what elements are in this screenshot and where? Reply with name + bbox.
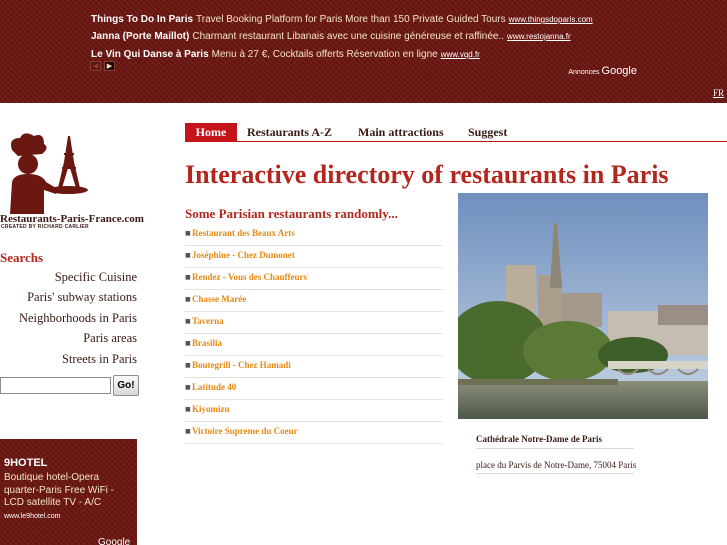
google-logo: Google	[98, 537, 131, 545]
ad-url[interactable]: www.restojanna.fr	[507, 32, 571, 41]
bullet-icon: ■	[185, 318, 191, 325]
tab-suggest[interactable]: Suggest	[468, 123, 507, 141]
bullet-icon: ■	[185, 296, 191, 303]
bullet-icon: ■	[185, 274, 191, 281]
ad-prev-arrow-icon[interactable]: ◀	[90, 61, 101, 71]
list-item[interactable]: ■ Victoire Supreme du Coeur	[185, 422, 443, 444]
bullet-icon: ■	[185, 406, 191, 413]
notre-dame-photo[interactable]	[458, 193, 708, 419]
restaurant-link[interactable]: Restaurant des Beaux Arts	[192, 228, 295, 238]
restaurant-link[interactable]: Taverna	[192, 316, 224, 326]
restaurant-link[interactable]: Joséphine - Chez Dumonet	[192, 250, 295, 260]
ad-text: Travel Booking Platform for Paris More t…	[196, 14, 506, 25]
list-item[interactable]: ■ Chasse Marée	[185, 290, 443, 312]
restaurant-link[interactable]: Brasilia	[192, 338, 222, 348]
sidebar-title: Searchs	[0, 250, 44, 265]
restaurant-link[interactable]: Chasse Marée	[192, 294, 246, 304]
restaurant-link[interactable]: Rendez - Vous des Chauffeurs	[192, 272, 307, 282]
search-input[interactable]	[0, 377, 111, 394]
list-item[interactable]: ■ Brasilia	[185, 334, 443, 356]
sidebar-item-cuisine[interactable]: Specific Cuisine	[55, 270, 137, 285]
ad-item[interactable]: Le Vin Qui Danse à Paris Menu à 27 €, Coc…	[91, 44, 480, 62]
ad-url[interactable]: www.thingsdoparis.com	[509, 15, 593, 24]
list-item[interactable]: ■ Rendez - Vous des Chauffeurs	[185, 268, 443, 290]
bullet-icon: ■	[185, 384, 191, 391]
restaurant-link[interactable]: Boutegrill - Chez Hamadi	[192, 360, 291, 370]
list-item[interactable]: ■ Restaurant des Beaux Arts	[185, 224, 443, 246]
photo-address: place du Parvis de Notre-Dame, 75004 Par…	[476, 460, 637, 470]
photo-caption[interactable]: Cathédrale Notre-Dame de Paris	[476, 434, 602, 444]
language-fr-link[interactable]: FR	[713, 88, 724, 98]
ad-url[interactable]: www.vqd.fr	[441, 50, 480, 59]
restaurant-link[interactable]: Victoire Supreme du Coeur	[192, 426, 298, 436]
bullet-icon: ■	[185, 362, 191, 369]
list-item[interactable]: ■ Kiyomizu	[185, 400, 443, 422]
google-logo: Google	[601, 65, 637, 77]
top-ad-banner: Things To Do In Paris Travel Booking Plat…	[0, 0, 727, 103]
logo-credit: CREATED BY RICHARD CARLIER	[1, 224, 89, 230]
random-section-title: Some Parisian restaurants randomly...	[185, 206, 398, 221]
caption-divider	[476, 473, 634, 474]
annonces-label: Annonces	[568, 69, 600, 76]
side-ad-title[interactable]: 9HOTEL	[4, 457, 47, 469]
ad-item[interactable]: Janna (Porte Maillot) Charmant restaurant…	[91, 26, 571, 44]
tab-main-attractions[interactable]: Main attractions	[358, 123, 444, 141]
sidebar-item-subway[interactable]: Paris' subway stations	[27, 290, 137, 305]
ad-title[interactable]: Janna (Porte Maillot)	[91, 31, 189, 42]
ad-text: Charmant restaurant Libanais avec une cu…	[192, 31, 505, 42]
ad-item[interactable]: Things To Do In Paris Travel Booking Plat…	[91, 9, 593, 27]
bullet-icon: ■	[185, 252, 191, 259]
go-button[interactable]: Go!	[113, 375, 139, 396]
ad-text: Menu à 27 €, Cocktails offerts Réservati…	[211, 49, 438, 60]
nav-divider	[185, 141, 727, 142]
tab-restaurants-az[interactable]: Restaurants A-Z	[247, 123, 332, 141]
chef-logo-icon[interactable]	[4, 132, 94, 214]
page-title: Interactive directory of restaurants in …	[185, 160, 669, 189]
sidebar-item-areas[interactable]: Paris areas	[83, 331, 137, 346]
tab-home[interactable]: Home	[185, 123, 237, 141]
caption-divider	[476, 448, 634, 449]
list-item[interactable]: ■ Joséphine - Chez Dumonet	[185, 246, 443, 268]
restaurant-link[interactable]: Latitude 40	[192, 382, 236, 392]
restaurant-link[interactable]: Kiyomizu	[192, 404, 230, 414]
bullet-icon: ■	[185, 230, 191, 237]
annonces-google[interactable]: Annonces Google	[568, 61, 637, 79]
ad-title[interactable]: Things To Do In Paris	[91, 14, 193, 25]
list-item[interactable]: ■ Boutegrill - Chez Hamadi	[185, 356, 443, 378]
list-item[interactable]: ■ Latitude 40	[185, 378, 443, 400]
side-ad-box[interactable]: 9HOTEL Boutique hotel-Opera quarter-Pari…	[0, 439, 137, 545]
bullet-icon: ■	[185, 428, 191, 435]
side-ad-url[interactable]: www.le9hotel.com	[4, 513, 60, 520]
sidebar-item-neighborhoods[interactable]: Neighborhoods in Paris	[19, 311, 137, 326]
ad-next-arrow-icon[interactable]: ▶	[104, 61, 115, 71]
ad-title[interactable]: Le Vin Qui Danse à Paris	[91, 49, 209, 60]
list-item[interactable]: ■ Taverna	[185, 312, 443, 334]
restaurant-list: ■ Restaurant des Beaux Arts ■ Joséphine - …	[185, 224, 443, 444]
side-ad-text: Boutique hotel-Opera quarter-Paris Free …	[4, 472, 115, 508]
sidebar-item-streets[interactable]: Streets in Paris	[62, 352, 137, 367]
bullet-icon: ■	[185, 340, 191, 347]
